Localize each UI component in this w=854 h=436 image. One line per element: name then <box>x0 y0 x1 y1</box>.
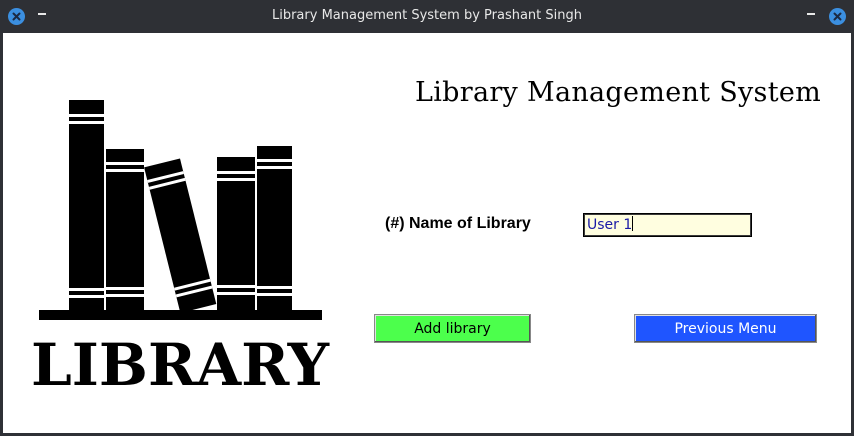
library-name-label: (#) Name of Library <box>385 215 531 232</box>
logo-text: LIBRARY <box>31 331 330 399</box>
close-icon[interactable] <box>829 8 846 25</box>
previous-menu-button[interactable]: Previous Menu <box>634 314 817 343</box>
page-title: Library Management System <box>415 77 822 108</box>
main-panel: LIBRARY Library Management System (#) Na… <box>3 33 851 433</box>
input-value: User 1 <box>587 217 633 233</box>
text-caret <box>632 216 634 231</box>
window-title: Library Management System by Prashant Si… <box>271 8 582 23</box>
library-name-input[interactable]: User 1 <box>583 213 752 237</box>
add-library-button[interactable]: Add library <box>374 314 531 343</box>
title-bar[interactable]: Library Management System by Prashant Si… <box>0 0 854 33</box>
minimize-icon[interactable] <box>807 13 815 15</box>
books-icon <box>39 100 322 320</box>
app-window: Library Management System by Prashant Si… <box>0 0 854 436</box>
